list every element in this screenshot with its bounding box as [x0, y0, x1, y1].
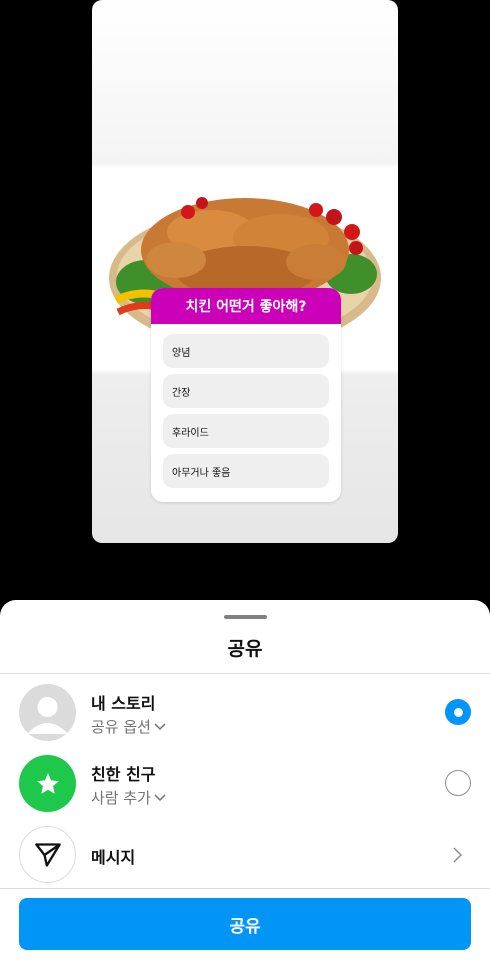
poll-option[interactable]: 아무거나 좋음 — [163, 454, 329, 488]
chevron-down-icon — [154, 722, 166, 730]
poll-question: 치킨 어떤거 좋아해? — [151, 288, 341, 324]
poll-option[interactable]: 간장 — [163, 374, 329, 408]
row-subtitle: 사람 추가 — [91, 789, 151, 807]
star-icon — [19, 755, 76, 812]
avatar-placeholder-icon — [19, 684, 76, 741]
radio-selected[interactable] — [445, 699, 471, 725]
row-my-story[interactable]: 내 스토리 공유 옵션 — [0, 678, 490, 748]
paper-plane-icon — [19, 826, 76, 883]
row-title: 친한 친구 — [91, 765, 156, 784]
divider — [0, 888, 490, 889]
row-subtitle: 공유 옵션 — [91, 718, 151, 736]
share-button[interactable]: 공유 — [19, 898, 471, 950]
drag-handle[interactable] — [224, 615, 267, 619]
row-close-friends[interactable]: 친한 친구 사람 추가 — [0, 749, 490, 819]
story-preview: 치킨 어떤거 좋아해? 양념 간장 후라이드 아무거나 좋음 — [92, 0, 398, 543]
add-people-link[interactable]: 사람 추가 — [91, 787, 166, 808]
radio-unselected[interactable] — [445, 770, 471, 796]
poll-sticker: 치킨 어떤거 좋아해? 양념 간장 후라이드 아무거나 좋음 — [151, 288, 341, 502]
share-sheet: 공유 내 스토리 공유 옵션 친한 친구 사람 추가 메시지 공유 — [0, 600, 490, 960]
divider — [0, 673, 490, 674]
poll-option[interactable]: 후라이드 — [163, 414, 329, 448]
chevron-right-icon[interactable] — [453, 847, 462, 863]
share-options-link[interactable]: 공유 옵션 — [91, 716, 166, 737]
sheet-title: 공유 — [227, 638, 263, 660]
row-message[interactable]: 메시지 — [0, 820, 490, 890]
poll-option[interactable]: 양념 — [163, 334, 329, 368]
row-title: 내 스토리 — [91, 694, 156, 713]
row-title: 메시지 — [91, 848, 136, 867]
chevron-down-icon — [154, 793, 166, 801]
